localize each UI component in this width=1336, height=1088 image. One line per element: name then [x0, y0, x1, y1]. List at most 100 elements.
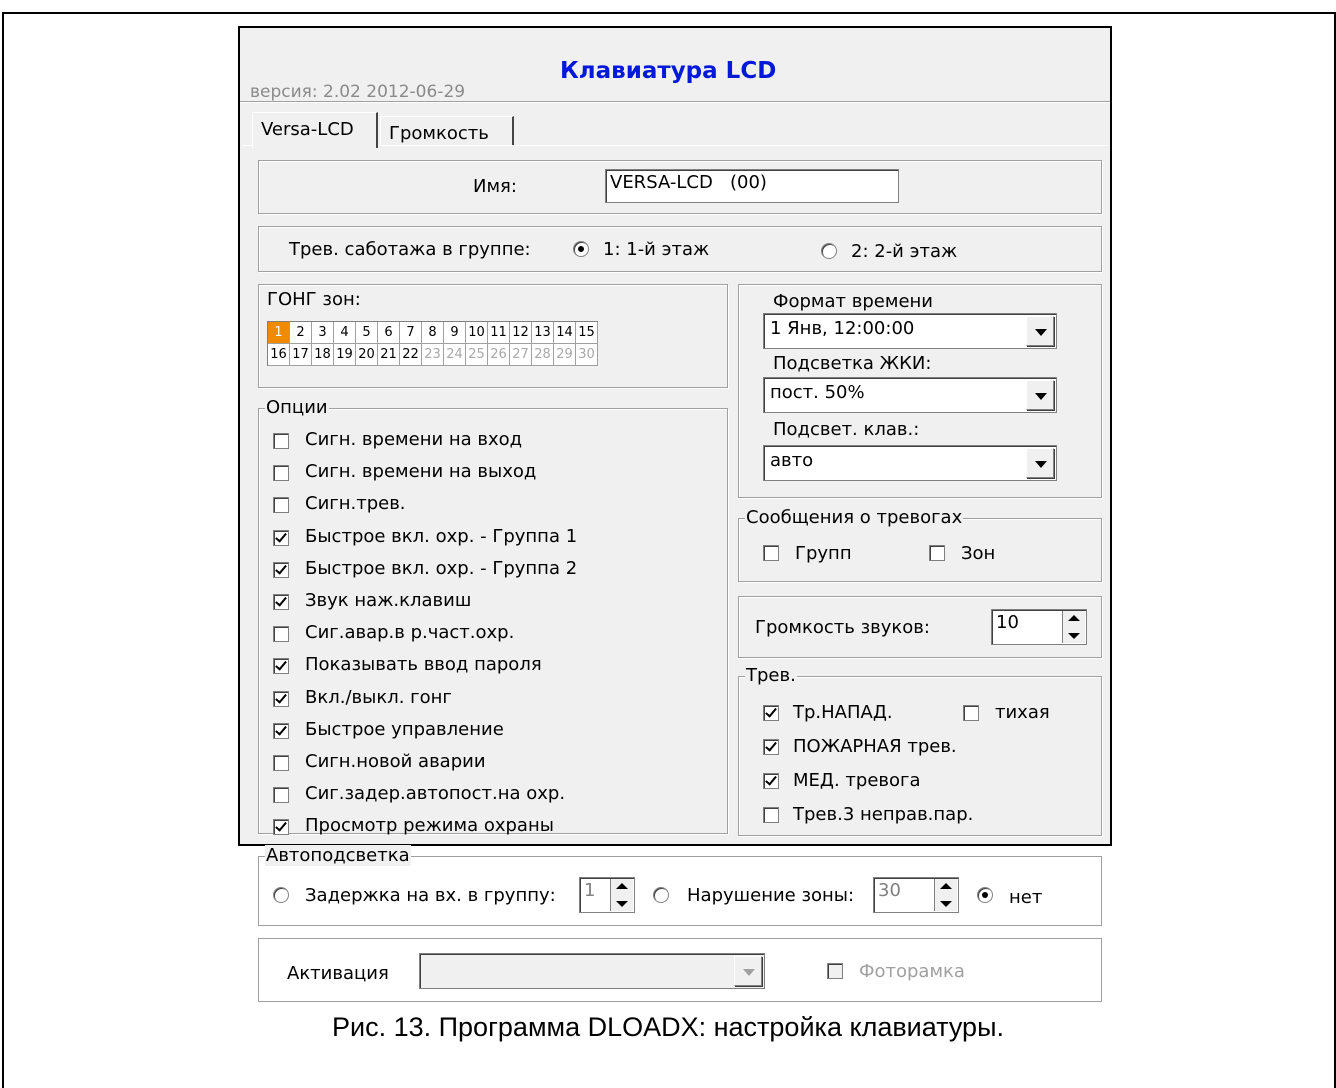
zone-cell[interactable]: 12 [510, 322, 532, 344]
chime-zones-grid: 1 2 3 4 5 6 7 8 9 10 11 12 13 14 15 16 17 18 19 20 21 22 23 24 2… [267, 321, 598, 366]
option-checkbox[interactable] [273, 819, 289, 836]
autobacklight-title: Автоподсветка [265, 845, 411, 866]
spin-arrows-icon[interactable] [610, 879, 633, 911]
activation-group: Активация Фоторамка [258, 938, 1102, 1002]
alarm-messages-title: Сообщения о тревогах [745, 507, 964, 528]
zone-cell[interactable]: 16 [268, 344, 290, 366]
fire-alarm-checkbox[interactable] [763, 739, 779, 755]
chevron-down-icon[interactable] [1026, 380, 1054, 410]
zone-cell[interactable]: 28 [532, 344, 554, 366]
option-checkbox[interactable] [273, 465, 289, 482]
option-label: Сиг.авар.в р.част.охр. [305, 622, 515, 644]
autobacklight-none-radio[interactable] [977, 887, 993, 903]
photo-frame-label: Фоторамка [859, 961, 965, 982]
autobacklight-delay-label: Задержка на вх. в группу: [305, 885, 556, 906]
alarm-messages-groups-checkbox[interactable] [763, 545, 779, 561]
zone-cell[interactable]: 27 [510, 344, 532, 366]
autobacklight-zone-value: 30 [878, 880, 901, 901]
keys-backlight-select[interactable]: авто [763, 445, 1057, 481]
zone-cell[interactable]: 23 [422, 344, 444, 366]
option-checkbox[interactable] [273, 594, 289, 610]
keypad-settings-window: версия: 2.02 2012-06-29 Клавиатура LCD V… [238, 26, 1112, 1002]
option-checkbox[interactable] [273, 755, 289, 771]
tamper-group1-radio[interactable] [573, 241, 589, 257]
zone-cell[interactable]: 9 [444, 322, 466, 344]
zone-cell[interactable]: 17 [290, 344, 312, 366]
zone-cell[interactable]: 19 [334, 344, 356, 366]
alarm-messages-zones-checkbox[interactable] [929, 545, 945, 561]
zone-cell[interactable]: 30 [576, 344, 598, 366]
option-checkbox[interactable] [273, 626, 289, 643]
zone-cell[interactable]: 29 [554, 344, 576, 366]
tamper-group1-label: 1: 1-й этаж [603, 239, 710, 260]
option-checkbox[interactable] [273, 722, 289, 739]
silent-alarm-label: тихая [995, 702, 1050, 723]
zone-cell[interactable]: 8 [422, 322, 444, 344]
zone-cell[interactable]: 5 [356, 322, 378, 344]
tab-label: Versa-LCD [261, 119, 354, 140]
option-label: Сигн. времени на выход [305, 461, 537, 483]
photo-frame-checkbox[interactable] [827, 963, 843, 979]
zone-cell[interactable]: 10 [466, 322, 488, 344]
chevron-down-icon[interactable] [734, 956, 762, 986]
autobacklight-delay-radio[interactable] [273, 887, 289, 903]
chevron-down-icon[interactable] [1026, 316, 1054, 346]
chime-zones-title: ГОНГ зон: [267, 289, 361, 310]
zone-cell[interactable]: 7 [400, 322, 422, 344]
zone-cell[interactable]: 2 [290, 322, 312, 344]
autobacklight-zone-spinner[interactable]: 30 [873, 877, 959, 913]
medical-alarm-checkbox[interactable] [763, 773, 779, 789]
zone-cell[interactable]: 18 [312, 344, 334, 366]
zone-cell[interactable]: 13 [532, 322, 554, 344]
version-text: версия: 2.02 2012-06-29 [250, 82, 466, 102]
wrong-code-alarm-checkbox[interactable] [763, 807, 779, 823]
figure-caption: Рис. 13. Программа DLOADX: настройка кла… [332, 1012, 1004, 1042]
option-checkbox[interactable] [273, 690, 289, 707]
silent-alarm-checkbox[interactable] [963, 705, 979, 721]
alarms-group: Трев. Тр.НАПАД. тихая ПОЖАРНАЯ трев. МЕД… [738, 665, 1102, 836]
spin-arrows-icon[interactable] [934, 879, 957, 911]
activation-select[interactable] [419, 953, 765, 989]
lcd-backlight-value: пост. 50% [770, 382, 865, 403]
option-checkbox[interactable] [273, 787, 289, 804]
chevron-down-icon[interactable] [1026, 448, 1054, 478]
time-format-select[interactable]: 1 Янв, 12:00:00 [763, 313, 1057, 349]
autobacklight-zone-radio[interactable] [653, 887, 669, 903]
name-label: Имя: [473, 176, 517, 197]
panic-alarm-checkbox[interactable] [763, 705, 779, 721]
option-checkbox[interactable] [273, 561, 289, 578]
keys-backlight-label: Подсвет. клав.: [773, 419, 920, 440]
zone-cell[interactable]: 1 [268, 322, 290, 344]
zone-cell[interactable]: 6 [378, 322, 400, 344]
spin-arrows-icon[interactable] [1062, 611, 1085, 643]
zone-cell[interactable]: 11 [488, 322, 510, 344]
option-checkbox[interactable] [273, 529, 289, 546]
option-checkbox[interactable] [273, 433, 289, 449]
option-label: Быстрое вкл. охр. - Группа 2 [305, 557, 578, 579]
option-checkbox[interactable] [273, 497, 289, 514]
zone-cell[interactable]: 21 [378, 344, 400, 366]
zone-cell[interactable]: 26 [488, 344, 510, 366]
option-checkbox[interactable] [273, 658, 289, 675]
zone-cell[interactable]: 4 [334, 322, 356, 344]
zone-cell[interactable]: 25 [466, 344, 488, 366]
alarms-title: Трев. [745, 665, 797, 686]
zone-cell[interactable]: 22 [400, 344, 422, 366]
lcd-backlight-select[interactable]: пост. 50% [763, 377, 1057, 413]
time-format-label: Формат времени [773, 291, 933, 312]
zone-cell[interactable]: 20 [356, 344, 378, 366]
volume-spinner[interactable]: 10 [991, 609, 1087, 645]
tab-volume[interactable]: Громкость [380, 116, 514, 146]
zone-cell[interactable]: 3 [312, 322, 334, 344]
zone-cell[interactable]: 24 [444, 344, 466, 366]
tamper-label: Трев. саботажа в группе: [289, 239, 531, 260]
autobacklight-delay-spinner[interactable]: 1 [579, 877, 635, 913]
zone-cell[interactable]: 14 [554, 322, 576, 344]
alarm-messages-groups-label: Групп [795, 543, 852, 564]
tab-versa-lcd[interactable]: Versa-LCD [252, 112, 378, 148]
option-label: Звук наж.клавиш [305, 590, 472, 611]
tamper-group2-radio[interactable] [821, 243, 837, 259]
zone-cell[interactable]: 15 [576, 322, 598, 344]
name-input[interactable]: VERSA-LCD (00) [605, 169, 899, 203]
alarm-messages-zones-label: Зон [961, 543, 996, 564]
